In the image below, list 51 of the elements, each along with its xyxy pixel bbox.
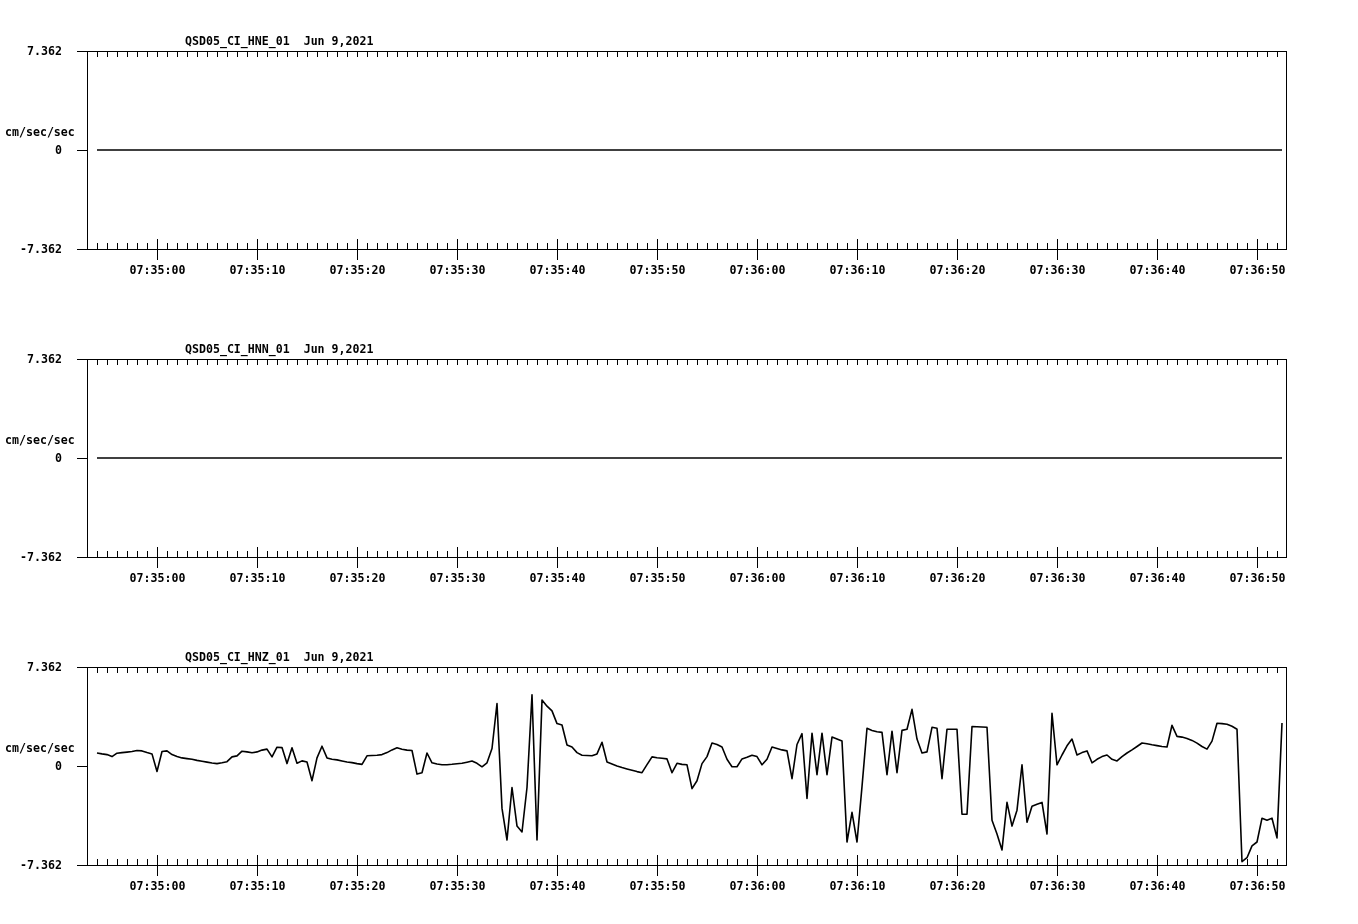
y-tick-label: 0 xyxy=(55,143,62,157)
x-tick-label: 07:35:30 xyxy=(429,879,486,893)
x-tick-label: 07:35:10 xyxy=(229,263,286,277)
x-tick-label: 07:36:10 xyxy=(829,571,886,585)
y-tick-label: 0 xyxy=(55,759,62,773)
y-tick-label: 0 xyxy=(55,451,62,465)
chart-title: QSD05_CI_HNE_01 Jun 9,2021 xyxy=(185,34,374,48)
x-tick-label: 07:36:40 xyxy=(1129,879,1186,893)
x-tick-label: 07:35:00 xyxy=(129,879,186,893)
x-tick-label: 07:36:20 xyxy=(929,879,986,893)
y-tick-label: -7.362 xyxy=(20,858,62,872)
chart-title: QSD05_CI_HNZ_01 Jun 9,2021 xyxy=(185,650,374,664)
chart-title: QSD05_CI_HNN_01 Jun 9,2021 xyxy=(185,342,374,356)
y-tick-label: 7.362 xyxy=(27,352,62,366)
x-tick-label: 07:35:20 xyxy=(329,571,386,585)
y-tick-label: -7.362 xyxy=(20,550,62,564)
y-axis-label: cm/sec/sec xyxy=(5,125,75,139)
y-tick-label: -7.362 xyxy=(20,242,62,256)
x-tick-label: 07:35:50 xyxy=(629,879,686,893)
y-axis-label: cm/sec/sec xyxy=(5,741,75,755)
x-tick-label: 07:35:20 xyxy=(329,263,386,277)
x-tick-label: 07:36:50 xyxy=(1229,879,1286,893)
x-tick-label: 07:36:40 xyxy=(1129,263,1186,277)
x-tick-label: 07:36:30 xyxy=(1029,263,1086,277)
x-tick-label: 07:35:30 xyxy=(429,263,486,277)
x-tick-label: 07:36:20 xyxy=(929,571,986,585)
x-tick-label: 07:35:10 xyxy=(229,879,286,893)
x-tick-label: 07:36:50 xyxy=(1229,571,1286,585)
x-tick-label: 07:36:10 xyxy=(829,263,886,277)
x-tick-label: 07:35:50 xyxy=(629,263,686,277)
y-tick-label: 7.362 xyxy=(27,44,62,58)
x-tick-label: 07:36:00 xyxy=(729,571,786,585)
x-tick-label: 07:36:50 xyxy=(1229,263,1286,277)
x-tick-label: 07:36:30 xyxy=(1029,571,1086,585)
x-tick-label: 07:36:10 xyxy=(829,879,886,893)
y-axis-label: cm/sec/sec xyxy=(5,433,75,447)
x-tick-label: 07:36:20 xyxy=(929,263,986,277)
x-tick-label: 07:36:00 xyxy=(729,263,786,277)
x-tick-label: 07:36:40 xyxy=(1129,571,1186,585)
x-tick-label: 07:35:40 xyxy=(529,879,586,893)
x-tick-label: 07:35:00 xyxy=(129,263,186,277)
x-tick-label: 07:36:00 xyxy=(729,879,786,893)
x-tick-label: 07:35:40 xyxy=(529,571,586,585)
x-tick-label: 07:36:30 xyxy=(1029,879,1086,893)
x-tick-label: 07:35:00 xyxy=(129,571,186,585)
x-tick-label: 07:35:10 xyxy=(229,571,286,585)
x-tick-label: 07:35:50 xyxy=(629,571,686,585)
x-tick-label: 07:35:20 xyxy=(329,879,386,893)
x-tick-label: 07:35:40 xyxy=(529,263,586,277)
y-tick-label: 7.362 xyxy=(27,660,62,674)
x-tick-label: 07:35:30 xyxy=(429,571,486,585)
